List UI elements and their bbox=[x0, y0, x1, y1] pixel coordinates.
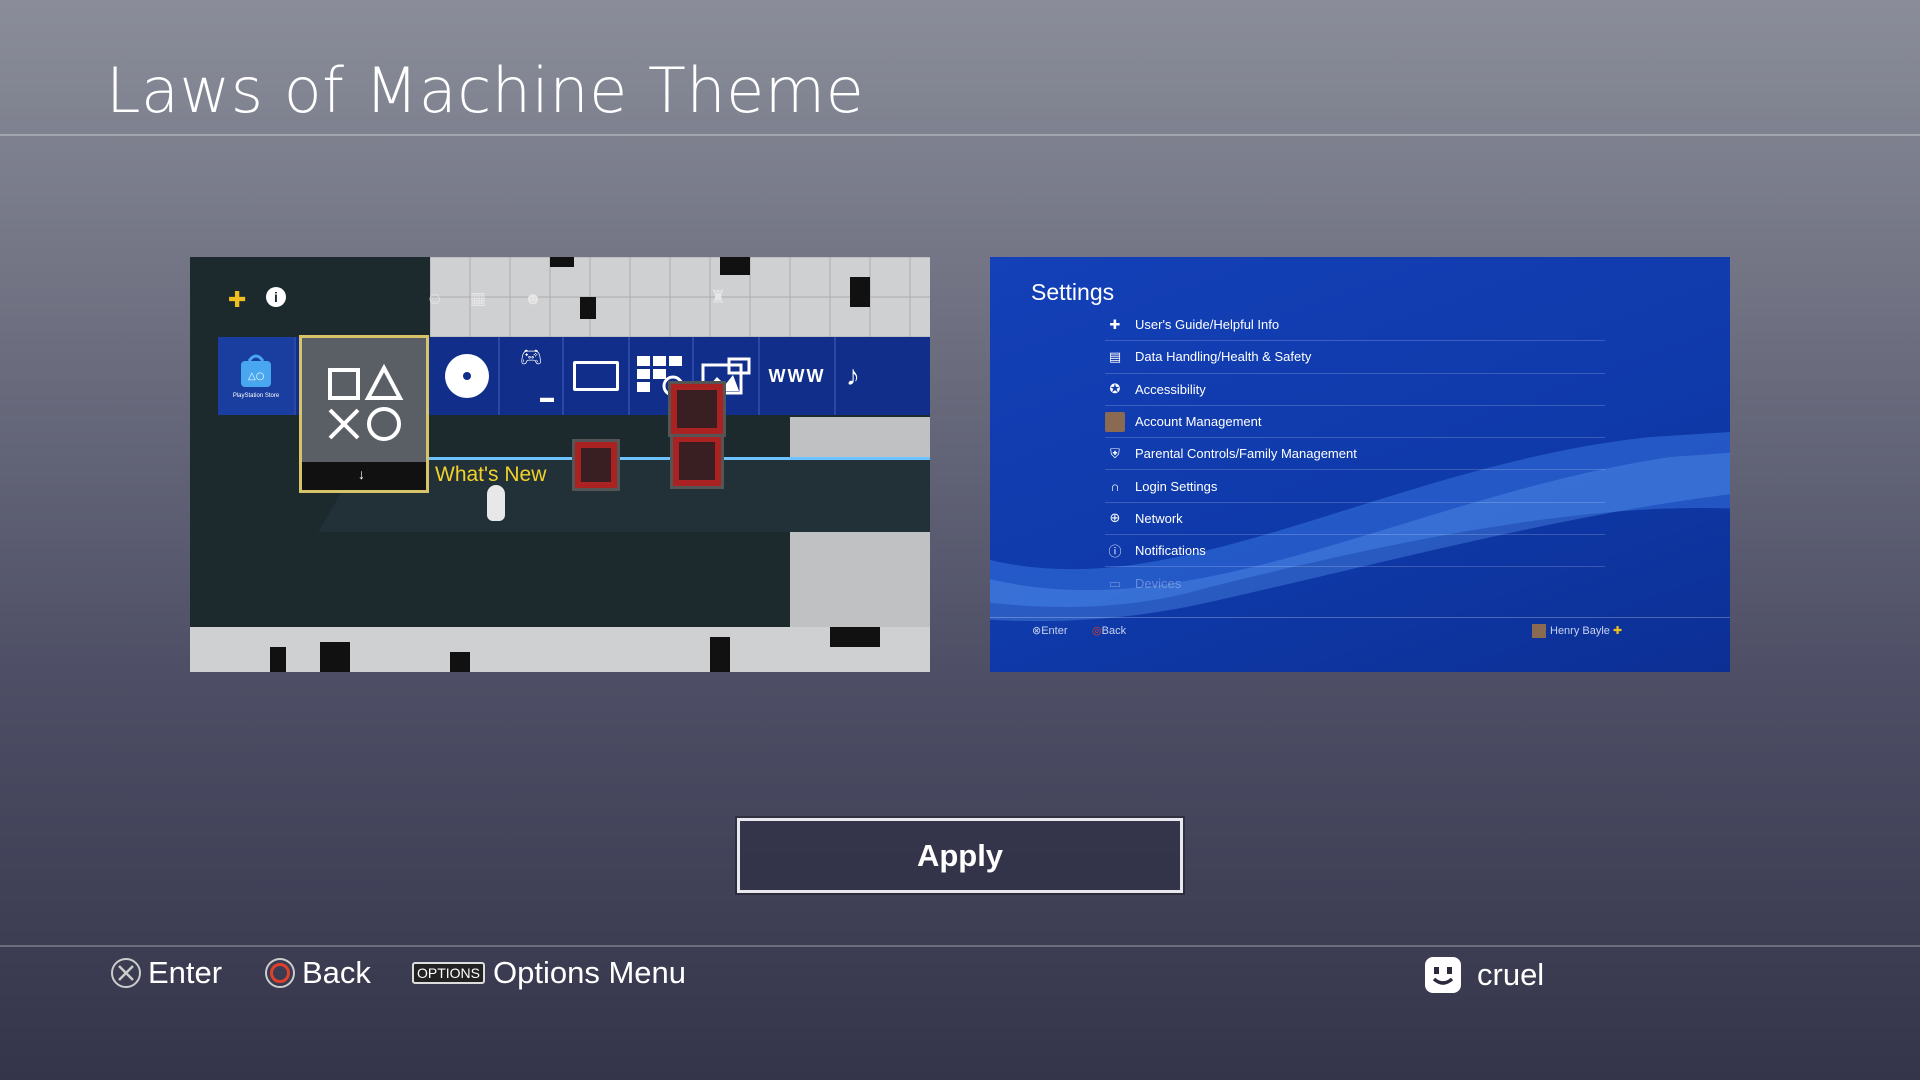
game-tile[interactable]: 🎮︎ ▬ bbox=[500, 337, 564, 415]
music-tile[interactable]: ♪ bbox=[836, 337, 930, 415]
face-icon: ☻ bbox=[524, 289, 542, 308]
settings-item-label: Devices bbox=[1135, 576, 1182, 592]
settings-item[interactable]: ▭ Devices bbox=[1105, 567, 1605, 599]
circle-icon: ◎ bbox=[1092, 625, 1102, 637]
crate-block bbox=[668, 381, 726, 437]
footer-divider bbox=[0, 945, 1920, 947]
messages-icon: ▦ bbox=[470, 289, 487, 308]
options-menu-label: Options Menu bbox=[493, 955, 687, 990]
user-face-icon bbox=[1425, 957, 1461, 993]
info-icon: i bbox=[266, 287, 286, 307]
svg-text:△○: △○ bbox=[248, 371, 264, 382]
settings-item[interactable]: ⓘ Notifications bbox=[1105, 535, 1605, 568]
cross-button-icon bbox=[110, 957, 142, 989]
crate-block bbox=[572, 439, 620, 491]
theme-preview-settings: Settings ✚ User's Guide/Helpful Info ▤ Dat… bbox=[990, 257, 1730, 672]
user-avatar bbox=[1532, 624, 1546, 639]
controller-icon: 🎮︎ bbox=[519, 347, 543, 368]
settings-item-label: Notifications bbox=[1135, 543, 1206, 559]
settings-list: ✚ User's Guide/Helpful Info ▤ Data Handlin… bbox=[1105, 309, 1605, 600]
guide-icon: ✚ bbox=[1109, 316, 1121, 332]
settings-item[interactable]: ⊕ Network bbox=[1105, 503, 1605, 536]
enter-hint[interactable]: Enter bbox=[110, 953, 222, 993]
tv-icon bbox=[573, 361, 619, 391]
devices-icon: ▭ bbox=[1108, 575, 1122, 591]
theme-preview-home: ✚ i ☺ ▦ ☻ ♜ △○ PlayStation Store 🎮︎ ▬ WW… bbox=[190, 257, 930, 672]
whats-new-label: What's New bbox=[435, 463, 547, 486]
options-button-icon: OPTIONS bbox=[412, 962, 486, 984]
info-icon: ⓘ bbox=[1108, 544, 1122, 560]
circle-button-icon bbox=[264, 957, 296, 989]
settings-footer-user: Henry Bayle ✚ bbox=[1532, 624, 1623, 639]
settings-item[interactable]: ▤ Data Handling/Health & Safety bbox=[1105, 341, 1605, 374]
back-hint[interactable]: Back bbox=[264, 953, 371, 993]
title-divider bbox=[0, 134, 1920, 136]
enter-label: Enter bbox=[148, 955, 223, 990]
playstation-store-tile[interactable]: △○ PlayStation Store bbox=[218, 337, 296, 415]
user-indicator: cruel bbox=[1425, 955, 1544, 995]
data-icon: ▤ bbox=[1108, 348, 1122, 364]
robot-figure bbox=[487, 485, 505, 521]
username: cruel bbox=[1477, 957, 1545, 992]
settings-item-label: Login Settings bbox=[1135, 478, 1218, 494]
crate-block bbox=[670, 433, 724, 489]
music-icon: ♪ bbox=[846, 360, 860, 391]
tv-tile[interactable] bbox=[564, 337, 630, 415]
trophy-icon: ♜ bbox=[710, 287, 727, 307]
settings-item-label: User's Guide/Helpful Info bbox=[1135, 317, 1280, 333]
back-label: Back bbox=[302, 955, 371, 990]
shield-icon: ⛨ bbox=[1110, 445, 1120, 461]
ps-shapes-icon bbox=[328, 363, 404, 441]
settings-item[interactable]: ✚ User's Guide/Helpful Info bbox=[1105, 309, 1605, 342]
playstation-store-icon: △○ bbox=[241, 354, 271, 387]
options-hint[interactable]: OPTIONS Options Menu bbox=[412, 953, 686, 993]
folder-icon: ▬ bbox=[540, 388, 554, 405]
settings-item[interactable]: ⛨ Parental Controls/Family Management bbox=[1105, 438, 1605, 471]
settings-title: Settings bbox=[1031, 279, 1115, 305]
internet-browser-tile[interactable]: WWW bbox=[760, 337, 836, 415]
library-tile-focused[interactable]: ↓ bbox=[299, 335, 429, 493]
settings-item-label: Account Management bbox=[1135, 414, 1262, 430]
globe-icon: ⊕ bbox=[1109, 510, 1121, 526]
settings-item-label: Network bbox=[1135, 510, 1183, 526]
page-title: Laws of Machine Theme bbox=[106, 54, 865, 127]
settings-item-label: Parental Controls/Family Management bbox=[1135, 446, 1357, 462]
apply-button[interactable]: Apply bbox=[737, 818, 1183, 893]
accessibility-icon: ✪ bbox=[1109, 381, 1121, 397]
ps-plus-icon: ✚ bbox=[228, 287, 247, 312]
settings-footer-back: ◎Back bbox=[1092, 625, 1127, 637]
focus-bar: ↓ bbox=[302, 462, 426, 490]
settings-footer-divider bbox=[990, 617, 1730, 618]
settings-item[interactable]: Account Management bbox=[1105, 406, 1605, 439]
store-label: PlayStation Store bbox=[232, 393, 280, 399]
friends-icon: ☺ bbox=[426, 289, 444, 308]
ps-plus-icon: ✚ bbox=[1612, 625, 1623, 637]
cross-icon: ⊗ bbox=[1032, 625, 1042, 637]
settings-item[interactable]: ∩ Login Settings bbox=[1105, 470, 1605, 503]
settings-footer-enter: ⊗Enter bbox=[1032, 625, 1068, 637]
account-avatar-icon bbox=[1105, 411, 1125, 432]
settings-item-label: Data Handling/Health & Safety bbox=[1135, 349, 1312, 365]
login-icon: ∩ bbox=[1110, 478, 1120, 494]
internet-browser-icon: WWW bbox=[768, 365, 826, 386]
disc-icon bbox=[445, 354, 489, 398]
settings-item-label: Accessibility bbox=[1135, 381, 1206, 397]
settings-item[interactable]: ✪ Accessibility bbox=[1105, 374, 1605, 406]
arrow-down-icon: ↓ bbox=[358, 466, 365, 482]
disc-tile[interactable] bbox=[436, 337, 500, 415]
